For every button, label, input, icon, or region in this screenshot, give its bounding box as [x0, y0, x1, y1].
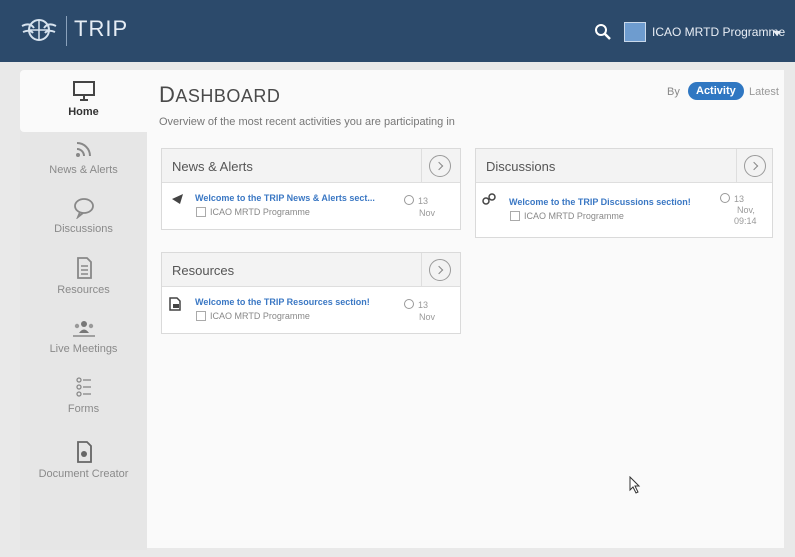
logo-divider [66, 16, 67, 46]
app-name[interactable]: TRIP [74, 16, 128, 42]
rss-icon [75, 142, 91, 157]
panel-header-divider [421, 149, 422, 183]
resource-document-icon [169, 297, 181, 311]
panel-header: News & Alerts [162, 149, 460, 183]
open-discussions-button[interactable] [744, 155, 766, 177]
news-item-link[interactable]: Welcome to the TRIP News & Alerts sect..… [195, 193, 375, 203]
sidebar-item-label: Document Creator [38, 468, 129, 480]
panel-title: News & Alerts [172, 159, 253, 174]
resources-item-date-rest: Nov [419, 312, 436, 322]
sidebar-item-label: Live Meetings [49, 343, 118, 355]
top-navigation-bar: TRIP ICAO MRTD Programme [0, 0, 795, 62]
caret-down-icon[interactable] [773, 31, 781, 36]
mouse-pointer-icon [629, 476, 641, 494]
sidebar-item-discussions[interactable]: Discussions [20, 197, 147, 235]
monitor-icon [72, 81, 95, 101]
discussions-panel: Discussions Welcome to the TRIP Discussi… [475, 148, 773, 238]
sidebar-item-home[interactable]: Home [20, 70, 147, 132]
clock-icon [404, 195, 414, 205]
user-avatar[interactable] [624, 22, 646, 42]
open-resources-button[interactable] [429, 259, 451, 281]
open-news-alerts-button[interactable] [429, 155, 451, 177]
dashboard-main: DASHBOARD Overview of the most recent ac… [147, 70, 784, 548]
edit-icon [196, 311, 206, 321]
sidebar-item-live-meetings[interactable]: Live Meetings [20, 317, 147, 355]
resources-item-link[interactable]: Welcome to the TRIP Resources section! [195, 297, 370, 307]
page-title: DASHBOARD [159, 82, 281, 107]
icao-logo-icon[interactable] [20, 14, 58, 46]
sidebar-item-document-creator[interactable]: Document Creator [20, 440, 147, 480]
sidebar-item-label: Resources [57, 284, 110, 296]
user-menu-name[interactable]: ICAO MRTD Programme [652, 25, 785, 39]
document-creator-icon [76, 441, 92, 463]
sidebar-item-resources[interactable]: Resources [20, 256, 147, 296]
discussions-item-link[interactable]: Welcome to the TRIP Discussions section! [509, 197, 691, 207]
edit-icon [510, 211, 520, 221]
clock-icon [720, 193, 730, 203]
sidebar: Home News & Alerts Discussions Resources [20, 70, 147, 550]
sidebar-item-forms[interactable]: Forms [20, 375, 147, 415]
speech-bubble-icon [73, 198, 94, 219]
sort-activity-toggle[interactable]: Activity [688, 82, 744, 100]
sidebar-item-label: News & Alerts [49, 164, 118, 176]
clock-icon [404, 299, 414, 309]
panel-header: Resources [162, 253, 460, 287]
page-subtitle: Overview of the most recent activities y… [159, 116, 455, 128]
sidebar-item-news-alerts[interactable]: News & Alerts [20, 140, 147, 176]
resources-panel: Resources Welcome to the TRIP Resources … [161, 252, 461, 334]
people-icon [72, 321, 95, 337]
megaphone-icon [172, 194, 183, 204]
news-item-group[interactable]: ICAO MRTD Programme [210, 207, 310, 217]
form-list-icon [75, 377, 91, 397]
panel-title: Resources [172, 263, 235, 278]
document-icon [76, 257, 92, 279]
sidebar-item-label: Forms [67, 403, 100, 415]
panel-header-divider [736, 149, 737, 183]
sidebar-item-label: Discussions [54, 223, 113, 235]
edit-icon [196, 207, 206, 217]
sidebar-item-label: Home [68, 106, 99, 118]
news-alerts-panel: News & Alerts Welcome to the TRIP News &… [161, 148, 461, 230]
panel-header-divider [421, 253, 422, 287]
sort-latest-toggle[interactable]: Latest [749, 86, 779, 98]
discussions-item-group[interactable]: ICAO MRTD Programme [524, 211, 624, 221]
sort-by-label: By [667, 86, 680, 98]
resources-item-date-day: 13 [418, 300, 429, 310]
discussions-item-date-time: 09:14 [734, 216, 757, 226]
resources-item-group[interactable]: ICAO MRTD Programme [210, 311, 310, 321]
news-item-date-day: 13 [418, 196, 429, 206]
news-item-date-rest: Nov [419, 208, 436, 218]
search-icon[interactable] [594, 23, 612, 41]
discussions-item-date-rest: Nov, [737, 205, 755, 215]
chat-bubbles-icon [482, 193, 496, 205]
discussions-item-date-day: 13 [734, 194, 745, 204]
panel-title: Discussions [486, 159, 556, 174]
panel-header: Discussions [476, 149, 772, 183]
